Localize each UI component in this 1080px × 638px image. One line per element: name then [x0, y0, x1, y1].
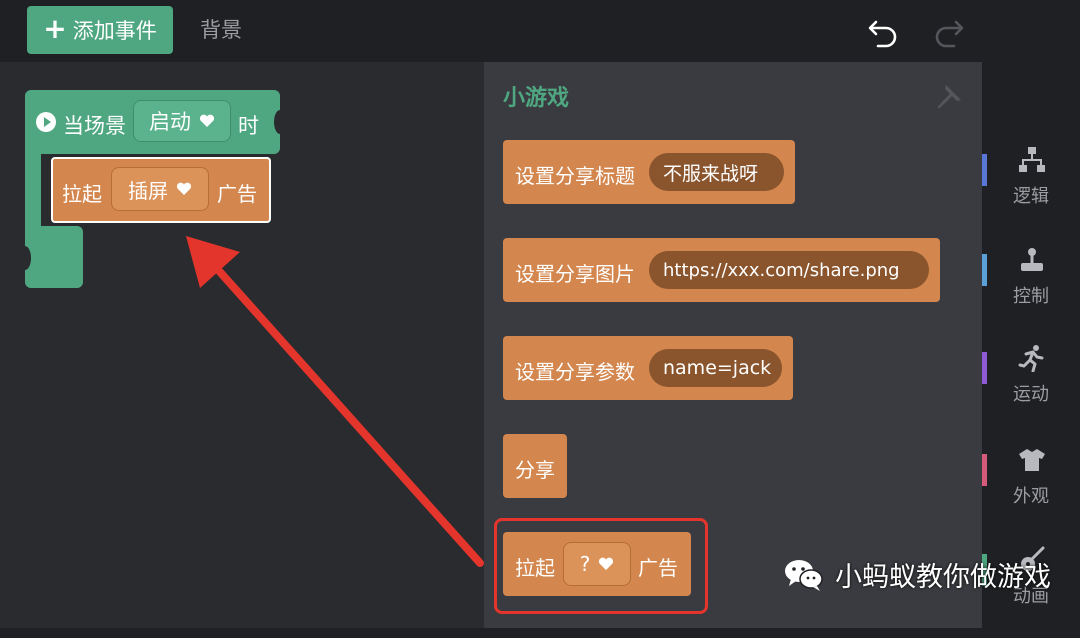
- add-event-button[interactable]: + 添加事件: [27, 6, 173, 54]
- category-appearance-label: 外观: [1013, 486, 1049, 507]
- wechat-icon: [785, 559, 823, 591]
- workspace-ad-suffix: 广告: [217, 182, 257, 206]
- event-block-spine: [25, 150, 41, 230]
- watermark-text: 小蚂蚁教你做游戏: [835, 562, 1051, 593]
- share-label: 分享: [515, 458, 555, 482]
- share-params-label: 设置分享参数: [515, 360, 635, 384]
- watermark: 小蚂蚁教你做游戏: [783, 555, 1051, 594]
- event-block-prefix: 当场景: [63, 114, 126, 138]
- share-title-input[interactable]: 不服来战呀: [649, 153, 784, 191]
- event-block-footer: [19, 226, 83, 288]
- share-image-input[interactable]: https://xxx.com/share.png: [649, 251, 929, 289]
- joystick-icon: [1021, 248, 1043, 271]
- event-scene-dropdown[interactable]: 启动: [133, 100, 231, 142]
- pin-icon[interactable]: [936, 82, 964, 110]
- shirt-icon: [1019, 449, 1045, 471]
- share-params-input[interactable]: name=jack: [649, 349, 782, 387]
- running-icon: [1018, 345, 1044, 372]
- category-logic[interactable]: 逻辑: [982, 146, 1080, 238]
- redo-icon[interactable]: [932, 14, 966, 48]
- tab-background[interactable]: 背景: [200, 14, 242, 44]
- undo-icon[interactable]: [866, 14, 900, 48]
- workspace-ad-prefix: 拉起: [62, 182, 102, 206]
- flyout-title: 小游戏: [503, 86, 570, 111]
- hierarchy-icon: [1019, 147, 1045, 172]
- category-motion-label: 运动: [1013, 384, 1049, 405]
- highlight-box: [494, 518, 708, 614]
- category-appearance[interactable]: 外观: [982, 446, 1080, 538]
- workspace-ad-dropdown-value: 插屏: [128, 178, 168, 203]
- category-logic-label: 逻辑: [1013, 186, 1049, 207]
- share-title-label: 设置分享标题: [515, 164, 635, 188]
- event-block-suffix: 时: [238, 114, 259, 138]
- event-dropdown-value: 启动: [149, 110, 191, 134]
- category-control-label: 控制: [1013, 286, 1049, 307]
- heart-dropdown-icon: [199, 114, 215, 127]
- workspace-ad-type-dropdown[interactable]: 插屏: [111, 167, 209, 211]
- play-icon: [36, 112, 56, 132]
- share-image-label: 设置分享图片: [515, 262, 635, 286]
- heart-dropdown-icon: [176, 182, 192, 195]
- add-event-label: 添加事件: [72, 19, 157, 43]
- category-motion[interactable]: 运动: [982, 344, 1080, 436]
- plus-icon: +: [43, 11, 67, 45]
- category-control[interactable]: 控制: [982, 246, 1080, 338]
